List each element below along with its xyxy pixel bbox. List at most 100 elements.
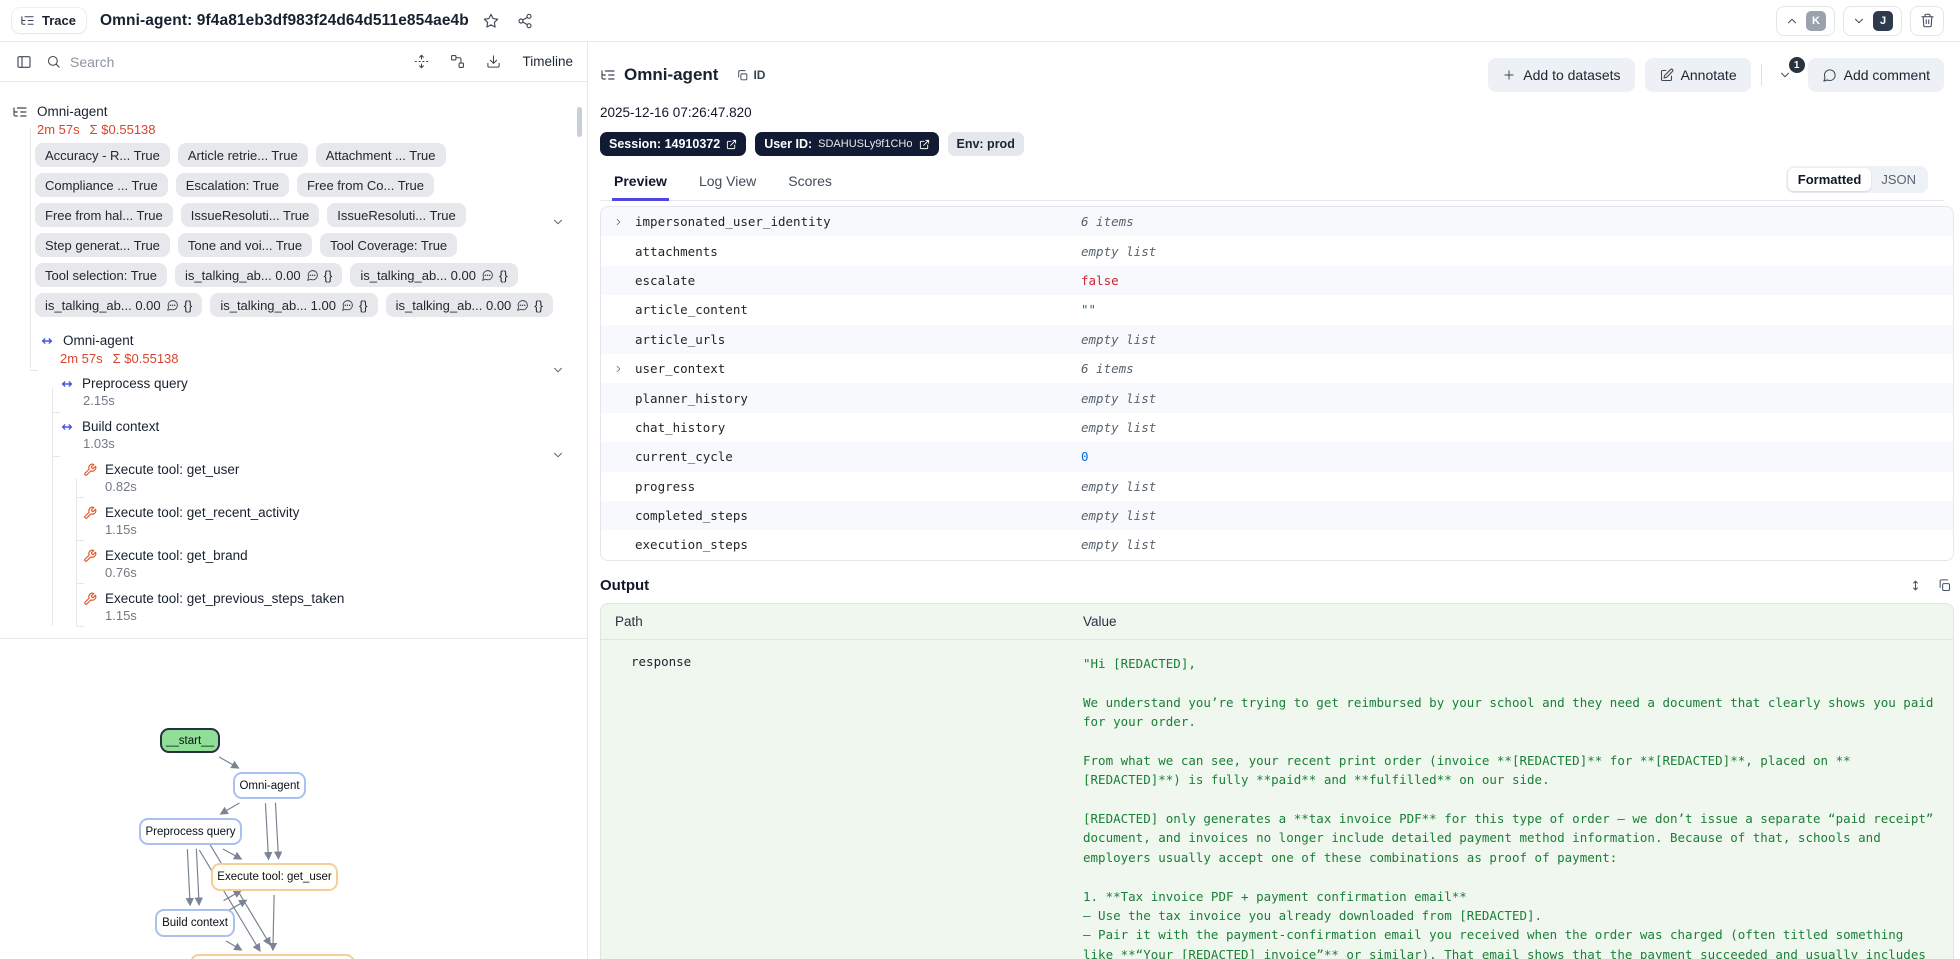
user-id-badge[interactable]: User ID: SDAHUSLy9f1CHo xyxy=(755,132,939,156)
input-table-row[interactable]: execution_steps empty list xyxy=(601,530,1953,560)
panel-left-icon xyxy=(17,55,31,68)
trace-breadcrumb[interactable]: Trace xyxy=(12,8,86,33)
input-key: current_cycle xyxy=(635,449,733,465)
input-table-row[interactable]: attachments empty list xyxy=(601,236,1953,266)
env-badge: Env: prod xyxy=(947,132,1024,156)
tree-span-label: Execute tool: get_user xyxy=(105,462,240,477)
annotation-count-badge: 1 xyxy=(1788,57,1805,73)
tree-scrollbar[interactable] xyxy=(577,107,582,137)
add-comment-button[interactable]: Add comment xyxy=(1807,58,1944,92)
trace-title: Omni-agent: 9f4a81eb3df983f24d64d511e854… xyxy=(99,11,469,29)
tree-node-agent: Omni-agent 2m 57s Σ $0.55138 xyxy=(12,331,587,368)
avatar: K xyxy=(1806,10,1826,31)
graph-node-get_user[interactable]: Execute tool: get_user xyxy=(211,863,338,891)
collapse-node-chevron[interactable] xyxy=(551,363,565,377)
input-table-row[interactable]: impersonated_user_identity 6 items xyxy=(601,207,1953,237)
score-badge[interactable]: Tool selection: True xyxy=(35,263,168,287)
download-icon xyxy=(487,55,501,68)
score-badge[interactable]: is_talking_ab... 1.00 {} xyxy=(210,293,378,317)
collapse-node-chevron[interactable] xyxy=(551,448,565,462)
expand-all-button[interactable] xyxy=(412,52,431,71)
graph-node-preprocess[interactable]: Preprocess query xyxy=(139,818,242,845)
tree-span-row[interactable]: Preprocess query xyxy=(60,374,587,393)
tree-node-root[interactable]: Omni-agent xyxy=(12,102,587,121)
score-badge[interactable]: IssueResoluti... True xyxy=(180,203,320,227)
score-badge[interactable]: is_talking_ab... 0.00 {} xyxy=(350,263,518,287)
score-badge[interactable]: Attachment ... True xyxy=(315,143,446,167)
graph-node-build[interactable]: Build context xyxy=(155,909,235,937)
input-table-row[interactable]: current_cycle 0 xyxy=(601,442,1953,472)
add-to-datasets-button[interactable]: Add to datasets xyxy=(1488,58,1635,92)
input-value: empty list xyxy=(1081,419,1157,435)
input-value: empty list xyxy=(1081,243,1157,259)
tab-preview[interactable]: Preview xyxy=(612,167,669,201)
formatted-toggle-button[interactable]: Formatted xyxy=(1787,168,1872,191)
collapse-sidebar-button[interactable] xyxy=(12,50,36,74)
span-arrows-icon xyxy=(41,337,53,344)
input-key: article_urls xyxy=(635,331,726,347)
bookmark-star-button[interactable] xyxy=(479,9,503,33)
tree-span-row[interactable]: Execute tool: get_user xyxy=(83,460,587,479)
timeline-toggle[interactable]: Timeline xyxy=(522,54,573,69)
score-badge[interactable]: is_talking_ab... 0.00 {} xyxy=(35,293,203,317)
tree-span-row[interactable]: Execute tool: get_previous_steps_taken xyxy=(83,589,587,608)
score-badge[interactable]: Free from Co... True xyxy=(296,173,434,197)
share-button[interactable] xyxy=(513,9,537,33)
input-table-row[interactable]: chat_history empty list xyxy=(601,412,1953,443)
score-badge[interactable]: Article retrie... True xyxy=(177,143,308,167)
trace-tree: Omni-agent 2m 57s Σ $0.55138 Accuracy - R… xyxy=(0,82,587,639)
input-table-row[interactable]: completed_steps empty list xyxy=(601,500,1953,531)
annotate-button[interactable]: Annotate xyxy=(1644,58,1751,92)
comment-bubble-icon xyxy=(342,299,353,311)
download-button[interactable] xyxy=(484,52,503,71)
delete-trace-button[interactable] xyxy=(1910,5,1944,36)
copy-id-button[interactable]: ID xyxy=(736,68,765,82)
score-badge[interactable]: Free from hal... True xyxy=(35,203,173,227)
wrench-icon xyxy=(84,549,97,562)
graph-node-omni[interactable]: Omni-agent xyxy=(233,772,306,799)
tree-span-label: Execute tool: get_recent_activity xyxy=(105,505,300,520)
expand-chevron-icon[interactable] xyxy=(613,216,624,227)
input-table-row[interactable]: progress empty list xyxy=(601,471,1953,501)
score-badge-label: Article retrie... True xyxy=(187,147,298,163)
tree-span-row[interactable]: Build context xyxy=(60,417,587,436)
tree-span-row[interactable]: Execute tool: get_brand xyxy=(83,546,587,565)
next-trace-button[interactable]: J xyxy=(1843,5,1902,36)
tree-guide xyxy=(76,540,84,541)
tab-log-view[interactable]: Log View xyxy=(697,167,758,200)
graph-view-button[interactable] xyxy=(448,52,467,71)
input-key: completed_steps xyxy=(635,508,748,524)
score-badge[interactable]: IssueResoluti... True xyxy=(327,203,466,227)
score-badge[interactable]: Tone and voi... True xyxy=(177,233,313,257)
session-badge[interactable]: Session: 14910372 xyxy=(600,132,747,156)
tree-node-agent-row[interactable]: Omni-agent xyxy=(40,331,587,350)
input-table-row[interactable]: article_content "" xyxy=(601,295,1953,325)
score-badge[interactable]: Compliance ... True xyxy=(35,173,168,197)
expand-vertical-icon[interactable] xyxy=(1908,578,1923,593)
graph-node-start[interactable]: __start__ xyxy=(160,728,220,753)
score-badge[interactable]: is_talking_ab... 0.00 {} xyxy=(175,263,343,287)
input-value: "" xyxy=(1081,302,1097,318)
prev-trace-button[interactable]: K xyxy=(1776,5,1835,36)
score-badge[interactable]: Tool Coverage: True xyxy=(320,233,458,257)
input-value: empty list xyxy=(1081,390,1157,406)
score-badge[interactable]: is_talking_ab... 0.00 {} xyxy=(385,293,553,317)
input-table-row[interactable]: planner_history empty list xyxy=(601,383,1953,413)
expand-chevron-icon[interactable] xyxy=(613,363,624,374)
input-table-row[interactable]: escalate false xyxy=(601,265,1953,296)
search-input[interactable] xyxy=(70,53,310,70)
tab-scores[interactable]: Scores xyxy=(786,167,834,200)
score-badge[interactable]: Step generat... True xyxy=(35,233,170,257)
score-badge[interactable]: Accuracy - R... True xyxy=(35,143,170,167)
input-value: false xyxy=(1081,272,1119,288)
graph-node-next[interactable] xyxy=(190,954,355,959)
tree-span: Build context 1.03s xyxy=(12,417,587,452)
input-table-row[interactable]: article_urls empty list xyxy=(601,324,1953,354)
tree-span-row[interactable]: Execute tool: get_recent_activity xyxy=(83,503,587,522)
input-table-row[interactable]: user_context 6 items xyxy=(601,353,1953,384)
collapse-node-chevron[interactable] xyxy=(551,215,565,229)
json-toggle-button[interactable]: JSON xyxy=(1871,168,1926,191)
score-badge[interactable]: Escalation: True xyxy=(175,173,289,197)
annotation-dropdown-button[interactable]: 1 xyxy=(1772,57,1805,86)
copy-icon[interactable] xyxy=(1937,578,1952,593)
